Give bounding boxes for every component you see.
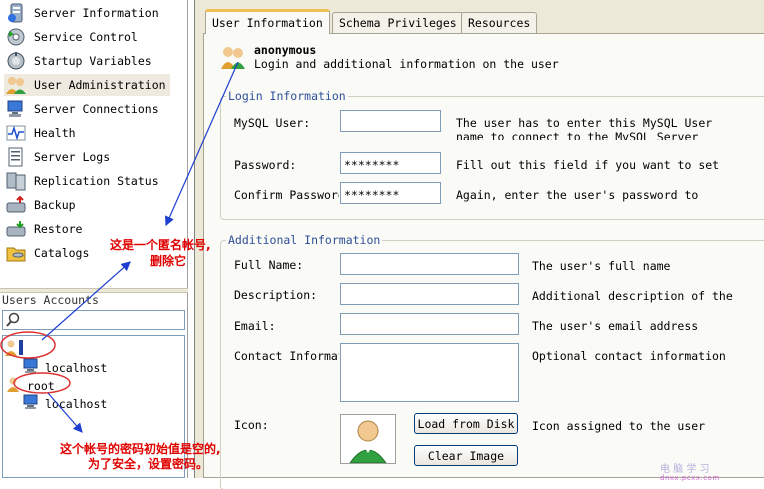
password-input[interactable] (340, 152, 441, 174)
watermark-line2: dnxx.pcxx.com (660, 474, 720, 482)
email-hint: The user's email address (532, 319, 699, 333)
right-pane: User Information Schema Privileges Resou… (194, 0, 764, 489)
restore-icon (4, 219, 28, 239)
backup-icon (4, 195, 28, 215)
full-name-input[interactable] (340, 253, 519, 275)
icon-hint: Icon assigned to the user (532, 419, 706, 433)
account-item-root[interactable]: root (5, 376, 55, 395)
service-control-icon (4, 27, 28, 47)
anonymous-annotation-line2: 删除它 (150, 254, 187, 268)
user-admin-icon (4, 75, 28, 95)
mysql-user-hint-2: name to connect to the MySQL Server (456, 130, 699, 140)
anonymous-annotation-line1: 这是一个匿名帐号, (110, 238, 211, 252)
confirm-password-label: Confirm Password: (234, 188, 339, 202)
login-information-legend: Login Information (226, 89, 348, 103)
search-icon (5, 312, 21, 331)
mysql-user-label: MySQL User: (234, 116, 311, 130)
account-item-anonymous[interactable] (5, 339, 31, 360)
nav-item-server-information[interactable]: Server Information (4, 2, 170, 24)
nav-item-server-connections[interactable]: Server Connections (4, 98, 170, 120)
catalogs-icon (4, 243, 28, 263)
nav-item-server-logs[interactable]: Server Logs (4, 146, 170, 168)
health-icon (4, 123, 28, 143)
nav-item-backup[interactable]: Backup (4, 194, 170, 216)
user-icon-preview (340, 414, 396, 464)
user-description: Login and additional information on the … (254, 57, 559, 71)
full-name-label: Full Name: (234, 258, 304, 272)
account-label: root (27, 378, 55, 393)
nav-item-replication-status[interactable]: Replication Status (4, 170, 170, 192)
confirm-password-hint: Again, enter the user's password to (456, 188, 699, 202)
anonymous-user-icon (5, 339, 25, 360)
description-hint: Additional description of the (532, 289, 733, 303)
nav-label: User Administration (34, 78, 166, 92)
icon-label: Icon: (234, 418, 269, 432)
server-info-icon (4, 3, 28, 23)
nav-label: Health (34, 126, 76, 140)
user-information-page: anonymous Login and additional informati… (203, 33, 764, 489)
nav-item-startup-variables[interactable]: Startup Variables (4, 50, 170, 72)
nav-label: Server Logs (34, 150, 111, 164)
replication-icon (4, 171, 28, 191)
nav-label: Backup (34, 198, 76, 212)
nav-label: Replication Status (34, 174, 159, 188)
user-name: anonymous (254, 43, 317, 57)
nav-item-health[interactable]: Health (4, 122, 170, 144)
root-annotation-line2: 为了安全，设置密码。 (88, 457, 209, 471)
load-from-disk-button[interactable]: Load from Disk (414, 413, 518, 434)
mysql-user-input[interactable] (340, 110, 441, 132)
nav-label: Service Control (34, 30, 138, 44)
account-label: localhost (45, 360, 108, 375)
account-search-input[interactable] (2, 310, 185, 330)
account-label: localhost (45, 396, 108, 411)
user-avatar-icon (349, 420, 387, 464)
additional-information-legend: Additional Information (226, 233, 383, 247)
nav-label: Server Information (34, 6, 159, 20)
startup-variables-icon (4, 51, 28, 71)
watermark-line1: 电 脑 学 习 (660, 464, 710, 475)
contact-information-textarea[interactable] (340, 343, 519, 402)
contact-information-label: Contact Information: (234, 349, 339, 363)
tab-resources[interactable]: Resources (461, 12, 538, 33)
users-accounts-title: Users Accounts (2, 293, 99, 307)
server-connections-icon (4, 99, 28, 119)
user-icon (5, 376, 21, 395)
nav-label: Startup Variables (34, 54, 152, 68)
nav-label: Restore (34, 222, 83, 236)
nav-label: Catalogs (34, 246, 90, 260)
account-host-item[interactable]: localhost (23, 358, 107, 377)
confirm-password-input[interactable] (340, 182, 441, 204)
host-icon (23, 358, 39, 377)
email-label: Email: (234, 319, 276, 333)
nav-item-user-administration[interactable]: User Administration (4, 74, 170, 96)
nav-label: Server Connections (34, 102, 159, 116)
description-input[interactable] (340, 283, 519, 305)
nav-item-service-control[interactable]: Service Control (4, 26, 170, 48)
mysql-user-hint: The user has to enter this MySQL User (456, 116, 713, 130)
clear-image-button[interactable]: Clear Image (414, 445, 518, 466)
description-label: Description: (234, 288, 318, 302)
account-host-item[interactable]: localhost (23, 394, 107, 413)
user-admin-icon (220, 44, 246, 73)
full-name-hint: The user's full name (532, 259, 671, 273)
tab-schema-privileges[interactable]: Schema Privileges (332, 12, 464, 33)
email-input[interactable] (340, 313, 519, 335)
server-logs-icon (4, 147, 28, 167)
host-icon (23, 394, 39, 413)
password-hint: Fill out this field if you want to set (456, 158, 720, 172)
contact-information-hint: Optional contact information (532, 349, 726, 363)
tab-user-information[interactable]: User Information (205, 9, 330, 34)
password-label: Password: (234, 158, 297, 172)
